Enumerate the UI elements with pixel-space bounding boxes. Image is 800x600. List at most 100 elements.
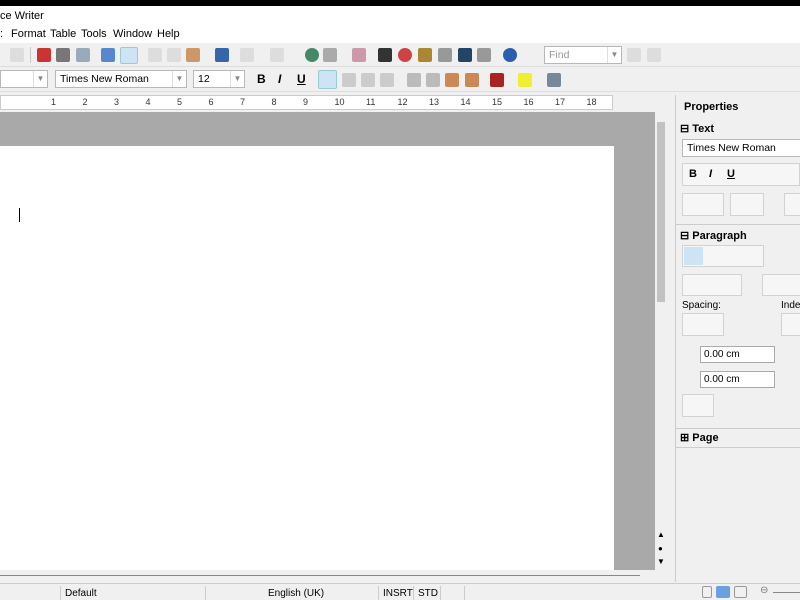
ruler-tick-label: 10 — [334, 97, 345, 107]
sidebar-italic-button[interactable]: I — [709, 168, 712, 180]
chevron-down-icon[interactable]: ▼ — [230, 71, 244, 87]
selection-mode[interactable]: STD — [418, 588, 438, 599]
paragraph-background-button[interactable] — [762, 274, 800, 296]
chevron-down-icon[interactable]: ▼ — [172, 71, 186, 87]
menu-bar: : Format Table Tools Window Help — [0, 27, 800, 43]
decrease-indent-icon[interactable] — [465, 73, 479, 87]
data-sources-icon[interactable] — [438, 48, 452, 62]
list-group[interactable] — [682, 274, 742, 296]
divider — [464, 586, 465, 600]
paragraph-style-select[interactable]: ▼ — [0, 70, 48, 88]
ruler-tick-label: 11 — [366, 97, 376, 107]
sidebar-bold-button[interactable]: B — [689, 168, 697, 180]
ruler-tick-label: 18 — [586, 97, 597, 107]
find-next-icon[interactable] — [627, 48, 641, 62]
menu-edit[interactable]: : — [0, 28, 3, 40]
font-name-select[interactable]: Times New Roman ▼ — [55, 70, 187, 88]
edit-mode-icon[interactable] — [10, 48, 24, 62]
font-color-icon[interactable] — [490, 73, 504, 87]
text-section-header[interactable]: ⊟ Text — [680, 122, 714, 135]
previous-page-icon[interactable]: ▲ — [657, 530, 665, 539]
help-icon[interactable] — [503, 48, 517, 62]
redo-icon[interactable] — [270, 48, 284, 62]
properties-sidebar: Properties ⊟ Text Times New Roman B I U … — [675, 95, 800, 582]
chevron-down-icon[interactable]: ▼ — [33, 71, 47, 87]
autospellcheck-icon[interactable] — [120, 47, 138, 64]
next-page-icon[interactable]: ▼ — [657, 557, 665, 566]
paste-icon[interactable] — [186, 48, 200, 62]
formatting-marks-icon[interactable] — [458, 48, 472, 62]
horizontal-scrollbar[interactable] — [0, 575, 640, 576]
book-view-icon[interactable] — [734, 586, 747, 598]
title-bar: ce Writer — [0, 6, 800, 27]
align-left-icon[interactable] — [684, 247, 703, 265]
language[interactable]: English (UK) — [268, 588, 324, 599]
clone-formatting-icon[interactable] — [215, 48, 229, 62]
align-center-icon[interactable] — [342, 73, 356, 87]
font-size-select[interactable]: 12 ▼ — [193, 70, 245, 88]
ruler-tick-label: 1 — [51, 97, 57, 107]
zoom-slider[interactable] — [773, 592, 800, 593]
line-spacing-button[interactable] — [682, 394, 714, 417]
separator — [30, 47, 31, 63]
menu-help[interactable]: Help — [157, 28, 180, 40]
find-input[interactable]: Find ▼ — [544, 46, 622, 64]
page-section-header[interactable]: ⊞ Page — [680, 431, 719, 444]
insert-mode[interactable]: INSRT — [383, 588, 413, 599]
indent-buttons[interactable] — [781, 313, 800, 336]
table-icon[interactable] — [323, 48, 337, 62]
copy-icon[interactable] — [167, 48, 181, 62]
export-pdf-icon[interactable] — [37, 48, 51, 62]
standard-toolbar: Find ▼ — [0, 43, 800, 67]
scrollbar-thumb[interactable] — [657, 122, 665, 302]
spelling-icon[interactable] — [101, 48, 115, 62]
italic-button[interactable]: I — [278, 72, 281, 86]
hyperlink-icon[interactable] — [305, 48, 319, 62]
sidebar-underline-button[interactable]: U — [727, 168, 735, 180]
find-previous-icon[interactable] — [647, 48, 661, 62]
menu-window[interactable]: Window — [113, 28, 152, 40]
spacing-label: Spacing: — [682, 300, 721, 311]
formatting-toolbar: ▼ Times New Roman ▼ 12 ▼ B I U — [0, 67, 800, 92]
gallery-icon[interactable] — [418, 48, 432, 62]
single-page-view-icon[interactable] — [702, 586, 712, 598]
menu-table[interactable]: Table — [50, 28, 76, 40]
menu-format[interactable]: Format — [11, 28, 46, 40]
undo-icon[interactable] — [240, 48, 254, 62]
multi-page-view-icon[interactable] — [716, 586, 730, 598]
print-icon[interactable] — [56, 48, 70, 62]
align-right-icon[interactable] — [361, 73, 375, 87]
numbered-list-icon[interactable] — [407, 73, 421, 87]
find-replace-icon[interactable] — [378, 48, 392, 62]
background-color-icon[interactable] — [547, 73, 561, 87]
underline-button[interactable]: U — [297, 72, 306, 86]
page-style[interactable]: Default — [65, 588, 97, 599]
horizontal-ruler[interactable]: 1 2 3 4 5 6 7 8 9 10 11 12 13 14 15 16 17 18 — [0, 95, 613, 110]
bold-button[interactable]: B — [257, 72, 266, 86]
align-left-icon[interactable] — [318, 70, 337, 89]
cut-icon[interactable] — [148, 48, 162, 62]
zoom-out-icon[interactable]: ⊖ — [760, 585, 768, 596]
zoom-icon[interactable] — [477, 48, 491, 62]
draw-icon[interactable] — [352, 48, 366, 62]
vertical-scrollbar[interactable]: ▲ ● ▼ — [655, 112, 668, 570]
highlighting-icon[interactable] — [518, 73, 532, 87]
above-paragraph-spacing[interactable]: 0.00 cm — [700, 346, 775, 363]
navigation-icon[interactable]: ● — [658, 544, 663, 553]
document-page[interactable] — [0, 146, 614, 570]
font-color-button[interactable] — [784, 193, 800, 216]
justify-icon[interactable] — [380, 73, 394, 87]
bulleted-list-icon[interactable] — [426, 73, 440, 87]
paragraph-section-header[interactable]: ⊟ Paragraph — [680, 229, 747, 242]
increase-indent-icon[interactable] — [445, 73, 459, 87]
sidebar-font-name[interactable]: Times New Roman — [682, 139, 800, 157]
menu-tools[interactable]: Tools — [81, 28, 107, 40]
ruler-tick-label: 13 — [429, 97, 440, 107]
below-paragraph-spacing[interactable]: 0.00 cm — [700, 371, 775, 388]
chevron-down-icon[interactable]: ▼ — [607, 47, 621, 63]
print-preview-icon[interactable] — [76, 48, 90, 62]
character-spacing-button[interactable] — [730, 193, 764, 216]
spacing-buttons[interactable] — [682, 313, 724, 336]
navigator-icon[interactable] — [398, 48, 412, 62]
font-size-group[interactable] — [682, 193, 724, 216]
